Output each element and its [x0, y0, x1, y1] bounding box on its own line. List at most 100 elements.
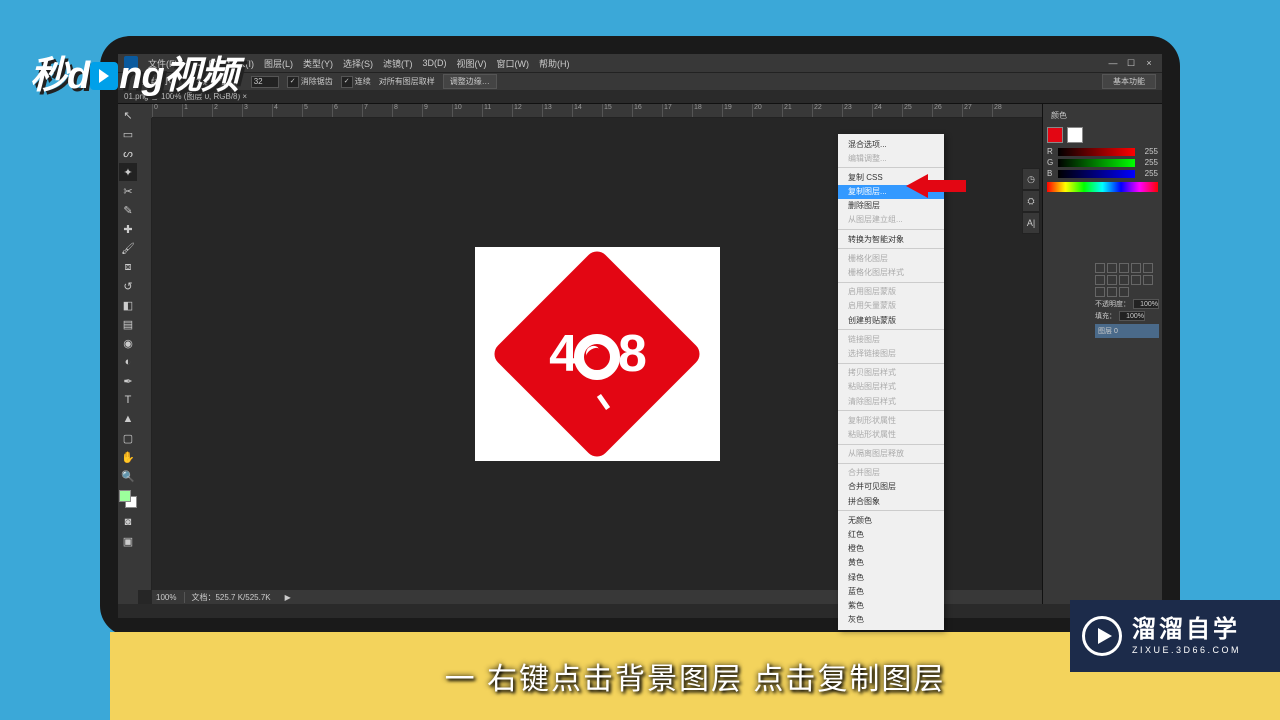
r-slider[interactable]: R255 [1047, 147, 1158, 156]
fill-input[interactable] [1119, 311, 1145, 321]
context-menu-item-40[interactable]: 灰色 [838, 613, 944, 627]
workspace-selector[interactable]: 基本功能 [1102, 74, 1156, 89]
menu-separator [838, 248, 944, 249]
b-slider[interactable]: B255 [1047, 169, 1158, 178]
layers-panel: 不透明度： 填充： 图层 0 [1092, 258, 1162, 341]
character-dock-icon[interactable]: A| [1022, 212, 1040, 234]
eraser-tool-icon[interactable]: ◧ [119, 296, 137, 314]
toolbox: ↖ ▭ ᔕ ✦ ✂ ✎ ✚ 🖌 ⧈ ↺ ◧ ▤ ◉ ◐ ✒ T ▲ ▢ ✋ 🔍 [118, 104, 138, 604]
menu-separator [838, 363, 944, 364]
context-menu-item-31[interactable]: 拼合图象 [838, 494, 944, 508]
brush-tool-icon[interactable]: 🖌 [119, 239, 137, 257]
context-menu-item-11: 栅格化图层样式 [838, 266, 944, 280]
opacity-input[interactable] [1133, 299, 1159, 309]
context-menu-item-5[interactable]: 删除图层 [838, 199, 944, 213]
eyedropper-tool-icon[interactable]: ✎ [119, 201, 137, 219]
type-tool-icon[interactable]: T [119, 391, 137, 409]
crop-tool-icon[interactable]: ✂ [119, 182, 137, 200]
context-menu-item-22: 清除图层样式 [838, 394, 944, 408]
gradient-tool-icon[interactable]: ▤ [119, 315, 137, 333]
context-menu-item-0[interactable]: 混合选项... [838, 137, 944, 151]
layer-filter-icons[interactable] [1095, 263, 1159, 273]
foreground-color-icon[interactable] [119, 490, 131, 502]
logo-graphic: 48 [507, 264, 687, 444]
menu-layer[interactable]: 图层(L) [264, 57, 293, 70]
menu-separator [838, 329, 944, 330]
magic-wand-tool-icon[interactable]: ✦ [119, 163, 137, 181]
dodge-tool-icon[interactable]: ◐ [119, 353, 137, 371]
color-panel-tab[interactable]: 颜色 [1047, 108, 1158, 123]
move-tool-icon[interactable]: ↖ [119, 106, 137, 124]
shape-tool-icon[interactable]: ▢ [119, 429, 137, 447]
menu-type[interactable]: 类型(Y) [303, 57, 333, 70]
context-menu-item-34[interactable]: 红色 [838, 528, 944, 542]
history-brush-tool-icon[interactable]: ↺ [119, 277, 137, 295]
fg-swatch-icon[interactable] [1047, 127, 1063, 143]
all-layers-checkbox[interactable]: 对所有图层取样 [379, 76, 435, 87]
ruler-horizontal[interactable]: 0123456789101112131415161718192021222324… [152, 104, 1042, 118]
marquee-tool-icon[interactable]: ▭ [119, 125, 137, 143]
context-menu-item-39[interactable]: 紫色 [838, 598, 944, 612]
g-slider[interactable]: G255 [1047, 158, 1158, 167]
subtitle-text: 一 右键点击背景图层 点击复制图层 [445, 654, 946, 698]
context-menu-item-8[interactable]: 转换为智能对象 [838, 232, 944, 246]
options-bar: ✦ 自样大小： 取样点 容差： 消除锯齿 连续 对所有图层取样 调整边缘… 基本… [118, 72, 1162, 90]
right-panels: 颜色 R255 G255 B255 [1042, 104, 1162, 604]
menu-3d[interactable]: 3D(D) [423, 58, 447, 68]
zixue-title: 溜溜自学 [1132, 618, 1241, 642]
zixue-play-icon [1082, 616, 1122, 656]
color-panel-swatches [1047, 127, 1158, 143]
menu-separator [838, 229, 944, 230]
layer-row-selected[interactable]: 图层 0 [1095, 324, 1159, 338]
antialias-checkbox[interactable]: 消除锯齿 [287, 76, 333, 88]
context-menu-item-30[interactable]: 合并可见图层 [838, 480, 944, 494]
hue-bar[interactable] [1047, 182, 1158, 192]
path-select-tool-icon[interactable]: ▲ [119, 410, 137, 428]
bg-swatch-icon[interactable] [1067, 127, 1083, 143]
play-icon [90, 62, 118, 90]
menu-help[interactable]: 帮助(H) [539, 57, 570, 70]
properties-dock-icon[interactable]: ⛭ [1022, 190, 1040, 212]
zoom-level[interactable]: 100% [156, 593, 176, 602]
close-icon[interactable]: × [1142, 58, 1156, 69]
context-menu-item-36[interactable]: 黄色 [838, 556, 944, 570]
zoom-tool-icon[interactable]: 🔍 [119, 467, 137, 485]
contiguous-checkbox[interactable]: 连续 [341, 76, 371, 88]
context-menu-item-14: 启用矢量蒙版 [838, 299, 944, 313]
context-menu-item-38[interactable]: 蓝色 [838, 584, 944, 598]
lasso-tool-icon[interactable]: ᔕ [119, 144, 137, 162]
menu-filter[interactable]: 滤镜(T) [383, 57, 413, 70]
menu-select[interactable]: 选择(S) [343, 57, 373, 70]
screenmode-tool-icon[interactable]: ▣ [119, 532, 137, 550]
history-dock-icon[interactable]: ◷ [1022, 168, 1040, 190]
context-menu-item-21: 粘贴图层样式 [838, 380, 944, 394]
clone-stamp-tool-icon[interactable]: ⧈ [119, 258, 137, 276]
layer-filter-icons-3[interactable] [1095, 287, 1159, 297]
maximize-icon[interactable]: ☐ [1124, 58, 1138, 69]
quickmask-tool-icon[interactable]: ◙ [119, 513, 137, 531]
healing-brush-tool-icon[interactable]: ✚ [119, 220, 137, 238]
blur-tool-icon[interactable]: ◉ [119, 334, 137, 352]
annotation-arrow-icon [906, 174, 966, 198]
document-tab[interactable]: 01.png @ 100% (图层 0, RGB/8) × [118, 90, 1162, 104]
context-menu-item-6: 从图层建立组... [838, 213, 944, 227]
opacity-label: 不透明度： [1095, 299, 1130, 309]
context-menu-item-13: 启用图层蒙版 [838, 285, 944, 299]
context-menu-item-25: 粘贴形状属性 [838, 427, 944, 441]
context-menu-item-15[interactable]: 创建剪贴蒙版 [838, 313, 944, 327]
info-menu-icon[interactable]: ▶ [285, 593, 291, 602]
ruler-vertical[interactable] [138, 118, 152, 590]
hand-tool-icon[interactable]: ✋ [119, 448, 137, 466]
layer-filter-icons-2[interactable] [1095, 275, 1159, 285]
menu-window[interactable]: 窗口(W) [497, 57, 530, 70]
context-menu-item-35[interactable]: 橙色 [838, 542, 944, 556]
context-menu-item-20: 拷贝图层样式 [838, 366, 944, 380]
context-menu-item-33[interactable]: 无颜色 [838, 513, 944, 527]
pen-tool-icon[interactable]: ✒ [119, 372, 137, 390]
context-menu-item-37[interactable]: 绿色 [838, 570, 944, 584]
tolerance-input[interactable] [251, 76, 279, 88]
refine-edge-button[interactable]: 调整边缘… [443, 74, 497, 89]
color-swatch[interactable] [119, 490, 137, 508]
menu-view[interactable]: 视图(V) [457, 57, 487, 70]
minimize-icon[interactable]: — [1106, 58, 1120, 69]
